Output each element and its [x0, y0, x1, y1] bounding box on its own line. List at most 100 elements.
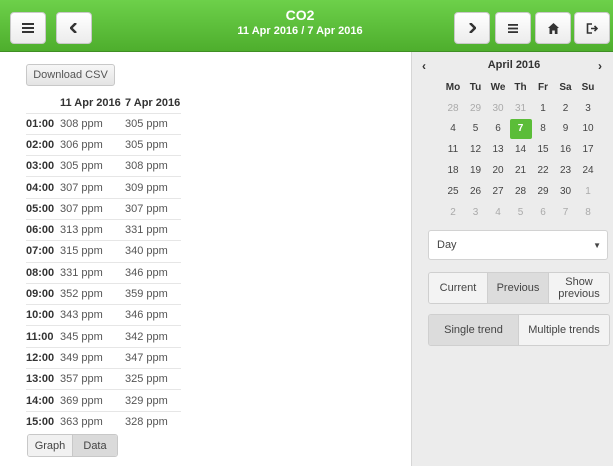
calendar-day[interactable]: 6 [532, 202, 554, 223]
value-cell: 305 ppm [125, 112, 181, 135]
calendar-day[interactable]: 3 [465, 202, 487, 223]
prev-month-button[interactable]: ‹ [422, 59, 426, 73]
back-button[interactable] [56, 12, 92, 44]
app-window: CO2 11 Apr 2016 / 7 Apr 2016 Download CS… [0, 0, 613, 466]
calendar-day[interactable]: 8 [532, 119, 554, 140]
weekday-label: Su [581, 81, 595, 93]
calendar-day[interactable]: 25 [442, 181, 464, 202]
calendar-day[interactable]: 3 [577, 98, 599, 119]
calendar-day[interactable]: 7 [555, 202, 577, 223]
column-header: 7 Apr 2016 [125, 96, 181, 109]
calendar-day[interactable]: 22 [532, 160, 554, 181]
calendar-day[interactable]: 26 [465, 181, 487, 202]
calendar-day[interactable]: 15 [532, 139, 554, 160]
calendar-day[interactable]: 2 [442, 202, 464, 223]
current-button[interactable]: Current [429, 273, 488, 303]
value-cell: 313 ppm [60, 218, 125, 241]
show-previous-button[interactable]: Show previous [549, 273, 609, 303]
hour-cell: 06:00 [26, 218, 60, 241]
calendar-day[interactable]: 4 [442, 119, 464, 140]
list-button[interactable] [495, 12, 531, 44]
table-row: 06:00 313 ppm 331 ppm [26, 218, 181, 241]
calendar-day[interactable]: 28 [510, 181, 532, 202]
calendar-day[interactable]: 30 [487, 98, 509, 119]
calendar-day[interactable]: 30 [555, 181, 577, 202]
value-cell: 359 ppm [125, 282, 181, 305]
calendar-day[interactable]: 16 [555, 139, 577, 160]
weekday-label: Tu [469, 81, 482, 93]
value-cell: 307 ppm [60, 197, 125, 220]
calendar-day[interactable]: 13 [487, 139, 509, 160]
table-row: 01:00 308 ppm 305 ppm [26, 112, 181, 135]
calendar-day[interactable]: 6 [487, 119, 509, 140]
caret-down-icon: ▼ [593, 241, 601, 250]
value-cell: 345 ppm [60, 325, 125, 348]
value-cell: 308 ppm [60, 112, 125, 135]
table-row: 10:00 343 ppm 346 ppm [26, 304, 181, 326]
calendar-day[interactable]: 7 [509, 118, 532, 140]
chevron-left-icon [70, 23, 77, 33]
previous-button[interactable]: Previous [488, 273, 549, 303]
value-cell: 331 ppm [125, 218, 181, 241]
forward-button[interactable] [454, 12, 490, 44]
calendar-day[interactable]: 24 [577, 160, 599, 181]
calendar-day[interactable]: 12 [465, 139, 487, 160]
table-row: 11:00 345 ppm 342 ppm [26, 325, 181, 348]
calendar-day[interactable]: 23 [555, 160, 577, 181]
calendar-day[interactable]: 1 [532, 98, 554, 119]
multiple-trends-button[interactable]: Multiple trends [519, 315, 609, 345]
calendar-day[interactable]: 2 [555, 98, 577, 119]
calendar-title: April 2016 [487, 59, 541, 71]
value-cell: 331 ppm [60, 261, 125, 284]
logout-icon [586, 22, 598, 34]
value-cell: 308 ppm [125, 155, 181, 177]
next-month-button[interactable]: › [598, 59, 602, 73]
menu-button[interactable] [10, 12, 46, 44]
logout-button[interactable] [574, 12, 610, 44]
value-cell: 352 ppm [60, 282, 125, 305]
calendar-day[interactable]: 20 [487, 160, 509, 181]
tab-data[interactable]: Data [73, 435, 117, 456]
calendar-day[interactable]: 8 [577, 202, 599, 223]
hour-cell: 12:00 [26, 346, 60, 369]
period-select[interactable]: Day ▼ [428, 230, 608, 260]
table-row: 04:00 307 ppm 309 ppm [26, 176, 181, 199]
calendar-day[interactable]: 1 [577, 181, 599, 202]
calendar-day[interactable]: 19 [465, 160, 487, 181]
hour-cell: 10:00 [26, 304, 60, 326]
calendar-day[interactable]: 31 [510, 98, 532, 119]
data-panel: Download CSV 11 Apr 2016 7 Apr 2016 01:0… [0, 52, 411, 466]
compare-button-group: Current Previous Show previous [428, 272, 610, 304]
calendar-day[interactable]: 4 [487, 202, 509, 223]
calendar-day[interactable]: 27 [487, 181, 509, 202]
tab-graph[interactable]: Graph [28, 435, 73, 456]
calendar-day[interactable]: 28 [442, 98, 464, 119]
list-icon [508, 23, 518, 33]
column-header [26, 93, 60, 113]
hour-cell: 07:00 [26, 240, 60, 263]
calendar-day[interactable]: 9 [555, 119, 577, 140]
home-button[interactable] [535, 12, 571, 44]
calendar-day[interactable]: 17 [577, 139, 599, 160]
trend-button-group: Single trend Multiple trends [428, 314, 610, 346]
weekday-label: Sa [559, 81, 572, 93]
table-row: 05:00 307 ppm 307 ppm [26, 197, 181, 220]
calendar-day[interactable]: 29 [465, 98, 487, 119]
calendar-day[interactable]: 11 [442, 139, 464, 160]
calendar-day[interactable]: 18 [442, 160, 464, 181]
calendar-day[interactable]: 29 [532, 181, 554, 202]
single-trend-button[interactable]: Single trend [429, 315, 519, 345]
value-cell: 328 ppm [125, 410, 181, 433]
calendar-day[interactable]: 21 [510, 160, 532, 181]
calendar-day[interactable]: 10 [577, 119, 599, 140]
hour-cell: 15:00 [26, 410, 60, 433]
calendar-day[interactable]: 5 [465, 119, 487, 140]
download-csv-button[interactable]: Download CSV [26, 64, 115, 86]
calendar-day[interactable]: 14 [510, 139, 532, 160]
view-tabs: Graph Data [27, 434, 118, 457]
value-cell: 349 ppm [60, 346, 125, 369]
value-cell: 340 ppm [125, 240, 181, 263]
value-cell: 363 ppm [60, 410, 125, 433]
chevron-right-icon [469, 23, 476, 33]
calendar-day[interactable]: 5 [510, 202, 532, 223]
